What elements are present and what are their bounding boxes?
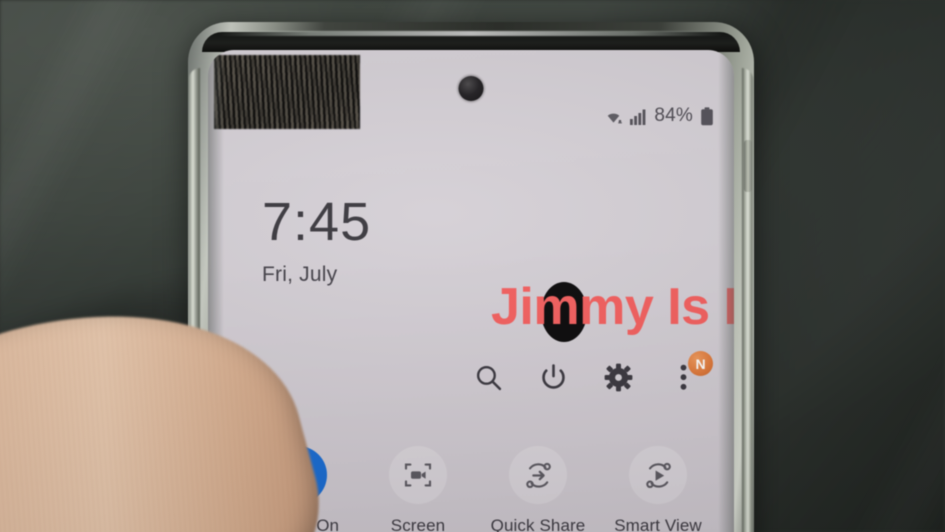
battery-icon — [699, 106, 714, 126]
screenshot-scene: 84% 7:45 Fri, July Jimmy Is Promo — [0, 0, 945, 532]
settings-gear-icon[interactable] — [601, 360, 635, 394]
lock-screen-clock-block: 7:45 Fri, July — [262, 195, 371, 287]
cellular-signal-icon — [630, 107, 648, 125]
status-bar: 84% — [603, 105, 714, 127]
notification-badge: N — [688, 351, 713, 376]
more-options-icon[interactable]: N — [666, 351, 713, 394]
clock-time: 7:45 — [262, 192, 372, 252]
smart-view-icon[interactable] — [629, 446, 687, 504]
quick-share-icon[interactable] — [509, 446, 567, 504]
power-icon[interactable] — [536, 360, 570, 394]
redaction-scribble — [214, 55, 360, 129]
phone-right-rail — [742, 68, 753, 532]
phone-side-button[interactable] — [744, 140, 752, 192]
screen-recorder-icon[interactable] — [389, 446, 447, 504]
phone-bezel-highlight — [218, 31, 724, 36]
wifi-icon — [603, 106, 624, 127]
tile-screen-recorder[interactable]: Screen recorder — [358, 446, 478, 532]
clock-date: Fri, July — [262, 263, 338, 286]
quick-settings-icon-row: N — [471, 351, 713, 394]
tile-label: Quick Share — [490, 516, 586, 532]
tile-label: Screen recorder — [386, 516, 450, 532]
tile-smart-view[interactable]: Smart View — [598, 446, 718, 532]
search-icon[interactable] — [471, 360, 505, 394]
tile-quick-share[interactable]: Quick Share — [478, 446, 598, 532]
front-camera-punch-hole-icon — [458, 76, 484, 101]
tile-label-line1: Screen — [390, 516, 446, 532]
tile-label: Smart View — [614, 516, 702, 532]
watermark-text: Jimmy Is Promo — [491, 278, 734, 336]
battery-percent-label: 84% — [654, 105, 693, 126]
